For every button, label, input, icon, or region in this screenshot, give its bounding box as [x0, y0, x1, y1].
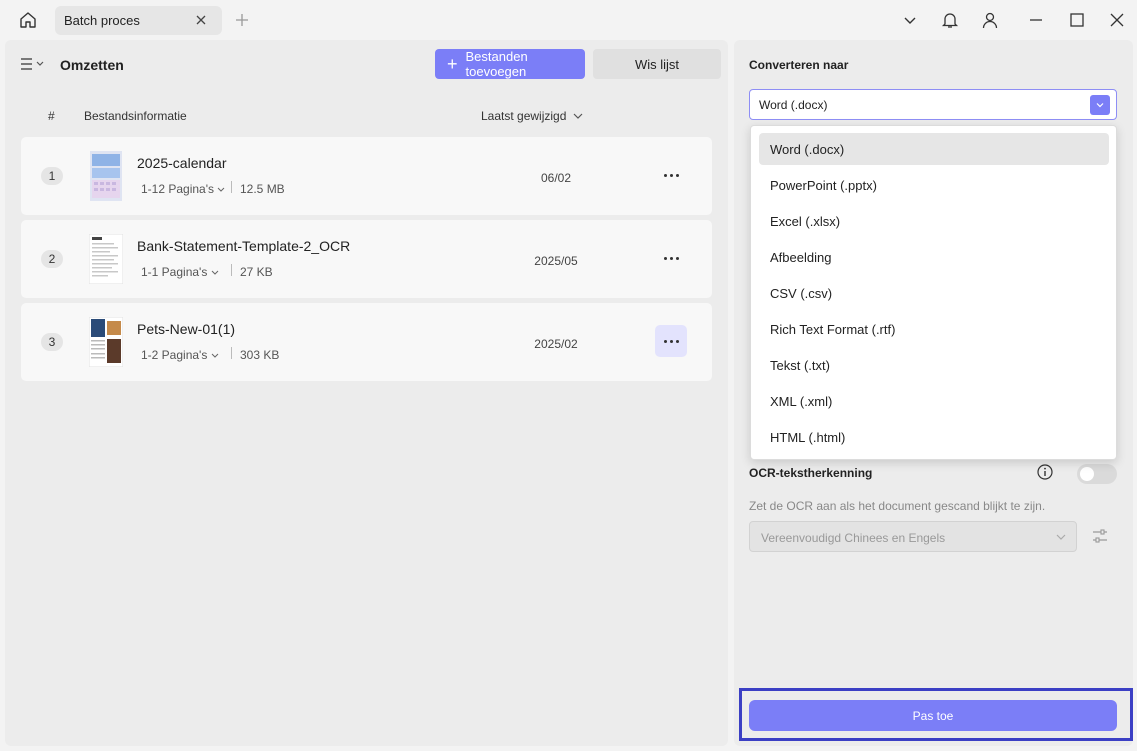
ocr-language-value: Vereenvoudigd Chinees en Engels: [761, 531, 946, 545]
chevron-down-icon: [1056, 534, 1066, 540]
format-option-word[interactable]: Word (.docx): [759, 133, 1109, 165]
file-size: 27 KB: [240, 265, 273, 279]
maximize-icon[interactable]: [1067, 10, 1087, 30]
ocr-label: OCR-tekstherkenning: [749, 466, 873, 480]
file-list-panel: Omzetten + Bestanden toevoegen Wis lijst…: [5, 40, 728, 746]
bell-icon[interactable]: [940, 10, 960, 30]
clear-list-button[interactable]: Wis lijst: [593, 49, 721, 79]
file-thumbnail: [88, 233, 124, 285]
more-options-button[interactable]: [655, 325, 687, 357]
format-select[interactable]: Word (.docx): [749, 89, 1117, 120]
toggle-knob: [1080, 467, 1094, 481]
page-range-label: 1-1 Pagina's: [141, 265, 208, 279]
sliders-icon[interactable]: [1091, 527, 1109, 545]
page-range-dropdown[interactable]: 1-12 Pagina's: [141, 182, 225, 196]
home-icon[interactable]: [14, 8, 42, 32]
chevron-down-icon[interactable]: [900, 10, 920, 30]
title-bar: Batch proces: [0, 0, 1137, 40]
row-number: 2: [41, 250, 63, 268]
info-icon[interactable]: [1037, 464, 1053, 480]
file-row[interactable]: 3 Pets-New-01(1) 1-2 Pagina's 303 KB 202…: [21, 303, 712, 381]
column-last-modified[interactable]: Laatst gewijzigd: [481, 109, 583, 123]
file-date: 06/02: [540, 171, 572, 185]
panel-title: Omzetten: [60, 57, 124, 73]
ocr-language-select[interactable]: Vereenvoudigd Chinees en Engels: [749, 521, 1077, 552]
page-range-dropdown[interactable]: 1-2 Pagina's: [141, 348, 219, 362]
chevron-down-icon: [218, 187, 225, 192]
file-size: 12.5 MB: [240, 182, 285, 196]
row-number: 1: [41, 167, 63, 185]
format-option-html[interactable]: HTML (.html): [759, 421, 1109, 453]
more-options-button[interactable]: [655, 242, 687, 274]
divider: [231, 264, 232, 276]
file-date: 2025/02: [534, 337, 578, 351]
user-icon[interactable]: [980, 10, 1000, 30]
minimize-icon[interactable]: [1026, 10, 1046, 30]
chevron-down-icon: [573, 113, 583, 119]
tab-title: Batch proces: [64, 13, 140, 28]
file-date: 2025/05: [534, 254, 578, 268]
divider: [231, 181, 232, 193]
format-option-csv[interactable]: CSV (.csv): [759, 277, 1109, 309]
row-number: 3: [41, 333, 63, 351]
file-thumbnail: [88, 316, 124, 368]
file-name: Bank-Statement-Template-2_OCR: [137, 238, 351, 254]
add-tab-icon[interactable]: [234, 12, 250, 28]
file-name: 2025-calendar: [137, 155, 227, 171]
file-row[interactable]: 1 2025-calendar 1-12 Pagina's 12.5 MB 06…: [21, 137, 712, 215]
plus-icon: +: [447, 54, 458, 74]
close-window-icon[interactable]: [1107, 10, 1127, 30]
format-option-rtf[interactable]: Rich Text Format (.rtf): [759, 313, 1109, 345]
more-options-button[interactable]: [655, 159, 687, 191]
format-option-xml[interactable]: XML (.xml): [759, 385, 1109, 417]
format-dropdown-list: Word (.docx) PowerPoint (.pptx) Excel (.…: [750, 125, 1117, 460]
format-option-image[interactable]: Afbeelding: [759, 241, 1109, 273]
file-row[interactable]: 2 Bank-Statement-Template-2_OCR 1-1 Pagi…: [21, 220, 712, 298]
chevron-down-icon: [211, 353, 219, 358]
file-size: 303 KB: [240, 348, 280, 362]
chevron-down-icon[interactable]: [1090, 95, 1110, 115]
tab-batch[interactable]: Batch proces: [55, 6, 222, 35]
convert-to-label: Converteren naar: [749, 58, 849, 72]
page-range-label: 1-12 Pagina's: [141, 182, 215, 196]
format-option-txt[interactable]: Tekst (.txt): [759, 349, 1109, 381]
format-option-powerpoint[interactable]: PowerPoint (.pptx): [759, 169, 1109, 201]
add-files-label: Bestanden toevoegen: [465, 49, 528, 79]
page-range-label: 1-2 Pagina's: [141, 348, 208, 362]
page-range-dropdown[interactable]: 1-1 Pagina's: [141, 265, 219, 279]
format-select-value: Word (.docx): [759, 98, 828, 112]
more-icon: [663, 256, 679, 260]
ocr-description: Zet de OCR aan als het document gescand …: [749, 499, 1046, 513]
add-files-button[interactable]: + Bestanden toevoegen: [435, 49, 585, 79]
menu-icon[interactable]: [19, 56, 47, 72]
format-option-excel[interactable]: Excel (.xlsx): [759, 205, 1109, 237]
apply-button[interactable]: Pas toe: [749, 700, 1117, 731]
ocr-toggle[interactable]: [1077, 464, 1117, 484]
file-name: Pets-New-01(1): [137, 321, 236, 337]
column-number: #: [48, 109, 55, 123]
column-file-info: Bestandsinformatie: [84, 109, 187, 123]
more-icon: [663, 173, 679, 177]
column-last-modified-label: Laatst gewijzigd: [481, 109, 567, 123]
more-icon: [663, 339, 679, 343]
divider: [231, 347, 232, 359]
file-thumbnail: [89, 151, 123, 201]
close-tab-icon[interactable]: [193, 12, 209, 28]
chevron-down-icon: [211, 270, 219, 275]
